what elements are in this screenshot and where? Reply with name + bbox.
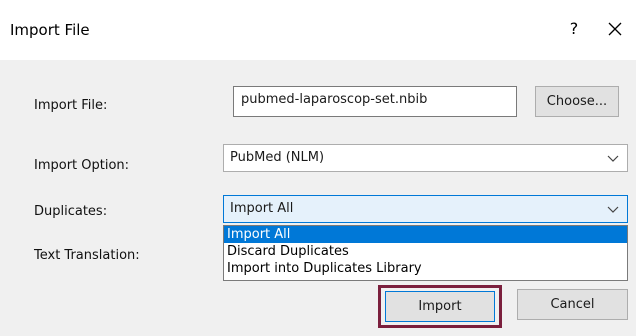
duplicates-select[interactable]: Import All: [223, 195, 628, 223]
duplicates-value: Import All: [230, 201, 294, 216]
text-translation-label: Text Translation:: [34, 248, 140, 263]
import-button[interactable]: Import: [385, 291, 495, 322]
import-file-input[interactable]: pubmed-laparoscop-set.nbib: [233, 86, 517, 117]
dropdown-option-import-all[interactable]: Import All: [224, 226, 627, 243]
import-option-value: PubMed (NLM): [230, 150, 325, 165]
cancel-button[interactable]: Cancel: [517, 289, 628, 320]
title-bar: Import File ?: [0, 0, 636, 60]
close-icon: [608, 22, 622, 36]
import-option-select[interactable]: PubMed (NLM): [223, 144, 628, 172]
duplicates-dropdown-list: Import All Discard Duplicates Import int…: [223, 225, 628, 281]
help-button[interactable]: ?: [560, 15, 588, 43]
chevron-down-icon: [607, 155, 619, 162]
dropdown-option-discard-duplicates[interactable]: Discard Duplicates: [224, 243, 627, 260]
import-option-label: Import Option:: [34, 158, 130, 173]
dropdown-option-import-into-duplicates-library[interactable]: Import into Duplicates Library: [224, 260, 627, 277]
import-file-dialog: Import File ? Import File: pubmed-laparo…: [0, 0, 636, 336]
choose-button[interactable]: Choose...: [535, 86, 619, 117]
chevron-down-icon: [607, 206, 619, 213]
import-file-label: Import File:: [34, 98, 108, 113]
close-button[interactable]: [600, 15, 630, 43]
duplicates-label: Duplicates:: [34, 204, 108, 219]
dialog-title: Import File: [10, 21, 90, 39]
